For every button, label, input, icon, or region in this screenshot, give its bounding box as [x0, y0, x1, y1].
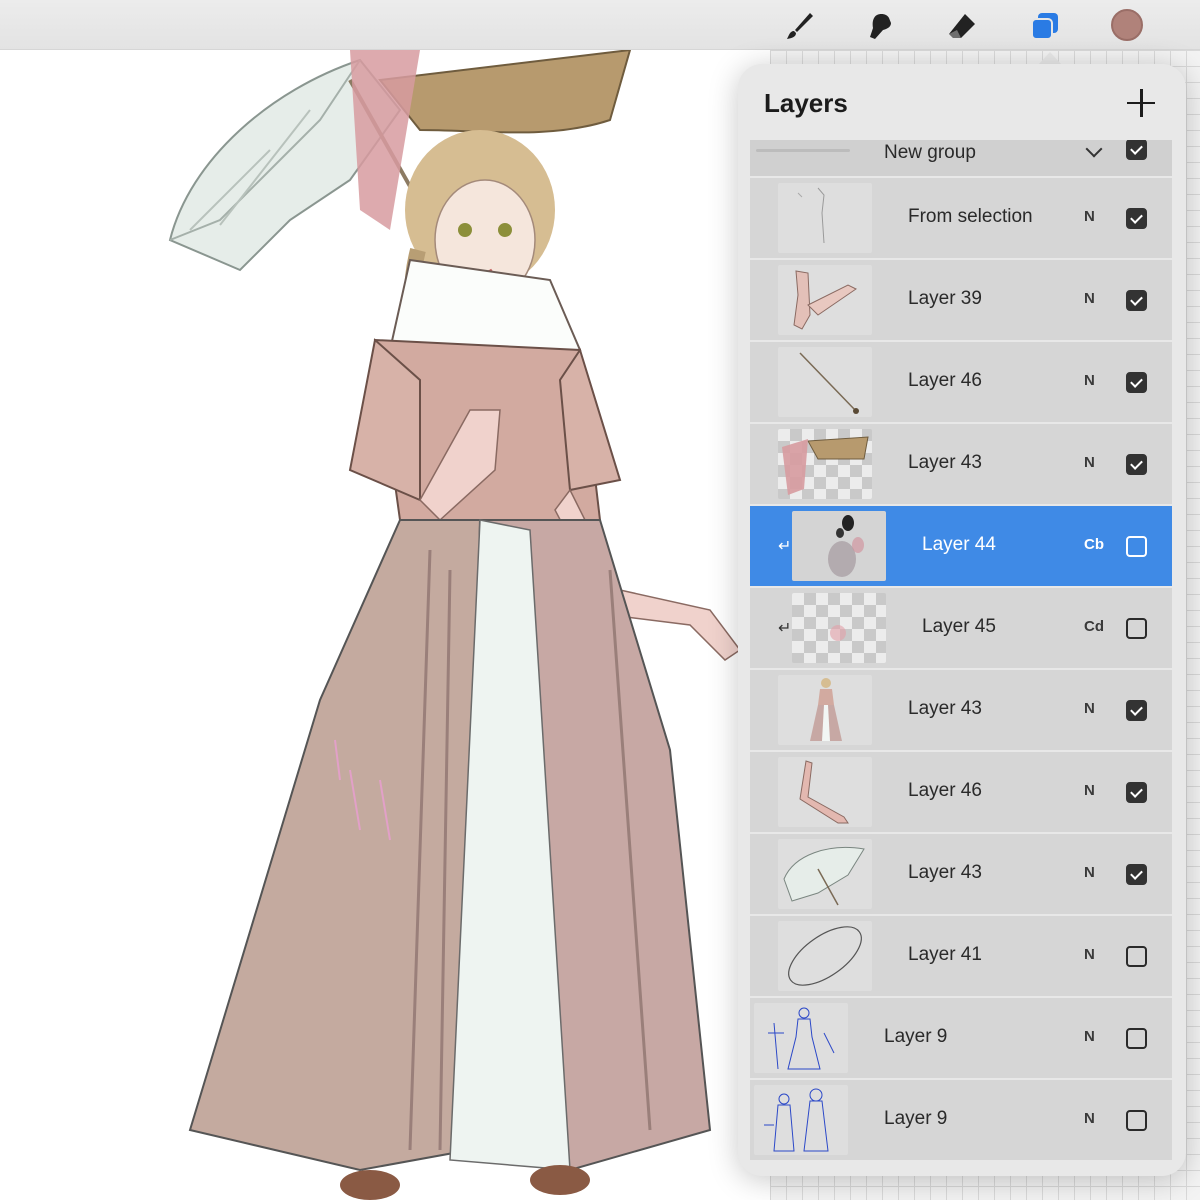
layer-row[interactable]: Layer 46 N — [750, 752, 1172, 832]
smudge-icon[interactable] — [860, 6, 900, 46]
layer-thumbnail — [778, 839, 872, 909]
layer-row[interactable]: ↵ Layer 44 Cb — [750, 506, 1172, 586]
visibility-checkbox[interactable] — [1126, 782, 1147, 803]
layer-thumbnail — [778, 757, 872, 827]
layer-row[interactable]: Layer 46 N — [750, 342, 1172, 422]
visibility-checkbox[interactable] — [1126, 618, 1147, 639]
layers-icon[interactable] — [1025, 6, 1065, 46]
clipping-mask-icon: ↵ — [778, 620, 792, 637]
visibility-checkbox[interactable] — [1126, 208, 1147, 229]
visibility-checkbox[interactable] — [1126, 700, 1147, 721]
layer-row[interactable]: Layer 9 N — [750, 1080, 1172, 1160]
blend-mode[interactable]: N — [1084, 208, 1095, 225]
brush-icon[interactable] — [780, 6, 820, 46]
visibility-checkbox[interactable] — [1126, 864, 1147, 885]
color-swatch[interactable] — [1111, 9, 1143, 41]
layer-row[interactable]: Layer 39 N — [750, 260, 1172, 340]
layer-name: Layer 43 — [908, 862, 982, 883]
blend-mode[interactable]: Cb — [1084, 536, 1104, 553]
group-visibility-checkbox[interactable] — [1126, 140, 1147, 160]
chevron-down-icon[interactable] — [1085, 140, 1103, 158]
layer-name: Layer 46 — [908, 780, 982, 801]
layer-row[interactable]: Layer 43 N — [750, 670, 1172, 750]
layer-row[interactable]: From selection N — [750, 178, 1172, 258]
blend-mode[interactable]: N — [1084, 372, 1095, 389]
layer-row[interactable]: Layer 9 N — [750, 998, 1172, 1078]
blend-mode[interactable]: N — [1084, 864, 1095, 881]
visibility-checkbox[interactable] — [1126, 1028, 1147, 1049]
layers-panel: Layers New group From selection N Layer … — [738, 64, 1186, 1176]
visibility-checkbox[interactable] — [1126, 290, 1147, 311]
character-illustration — [150, 48, 750, 1200]
layer-thumbnail — [754, 1085, 848, 1155]
layer-thumbnail — [778, 183, 872, 253]
layers-list: New group From selection N Layer 39 N La… — [750, 140, 1172, 1172]
layer-name: From selection — [908, 206, 1033, 227]
layer-name: Layer 43 — [908, 452, 982, 473]
layer-thumbnail — [778, 347, 872, 417]
visibility-checkbox[interactable] — [1126, 1110, 1147, 1131]
blend-mode[interactable]: N — [1084, 290, 1095, 307]
layer-name: Layer 43 — [908, 698, 982, 719]
layer-row[interactable]: Layer 43 N — [750, 424, 1172, 504]
layer-name: Layer 41 — [908, 944, 982, 965]
blend-mode[interactable]: Cd — [1084, 618, 1104, 635]
layer-name: Layer 45 — [922, 616, 996, 637]
layer-thumbnail — [778, 675, 872, 745]
blend-mode[interactable]: N — [1084, 1110, 1095, 1127]
visibility-checkbox[interactable] — [1126, 454, 1147, 475]
visibility-checkbox[interactable] — [1126, 372, 1147, 393]
layer-name: Layer 9 — [884, 1108, 948, 1129]
layer-name: Layer 39 — [908, 288, 982, 309]
blend-mode[interactable]: N — [1084, 454, 1095, 471]
group-thumbnail-placeholder — [756, 149, 850, 152]
visibility-checkbox[interactable] — [1126, 536, 1147, 557]
visibility-checkbox[interactable] — [1126, 946, 1147, 967]
eraser-icon[interactable] — [942, 6, 982, 46]
blend-mode[interactable]: N — [1084, 946, 1095, 963]
layer-thumbnail — [778, 265, 872, 335]
blend-mode[interactable]: N — [1084, 782, 1095, 799]
layer-name: Layer 44 — [922, 534, 996, 555]
layer-name: Layer 46 — [908, 370, 982, 391]
layer-group-row[interactable]: New group — [750, 140, 1172, 176]
layer-name: Layer 9 — [884, 1026, 948, 1047]
layer-thumbnail — [792, 511, 886, 581]
clipping-mask-icon: ↵ — [778, 538, 792, 555]
blend-mode[interactable]: N — [1084, 1028, 1095, 1045]
blend-mode[interactable]: N — [1084, 700, 1095, 717]
layer-thumbnail — [754, 1003, 848, 1073]
layer-thumbnail — [778, 921, 872, 991]
layer-thumbnail — [778, 429, 872, 499]
layer-thumbnail — [792, 593, 886, 663]
panel-title: Layers — [764, 88, 848, 118]
group-label: New group — [884, 142, 976, 163]
add-layer-button[interactable] — [1124, 86, 1158, 120]
layer-row[interactable]: ↵ Layer 45 Cd — [750, 588, 1172, 668]
layer-row[interactable]: Layer 41 N — [750, 916, 1172, 996]
top-toolbar — [0, 0, 1200, 50]
layer-row[interactable]: Layer 43 N — [750, 834, 1172, 914]
